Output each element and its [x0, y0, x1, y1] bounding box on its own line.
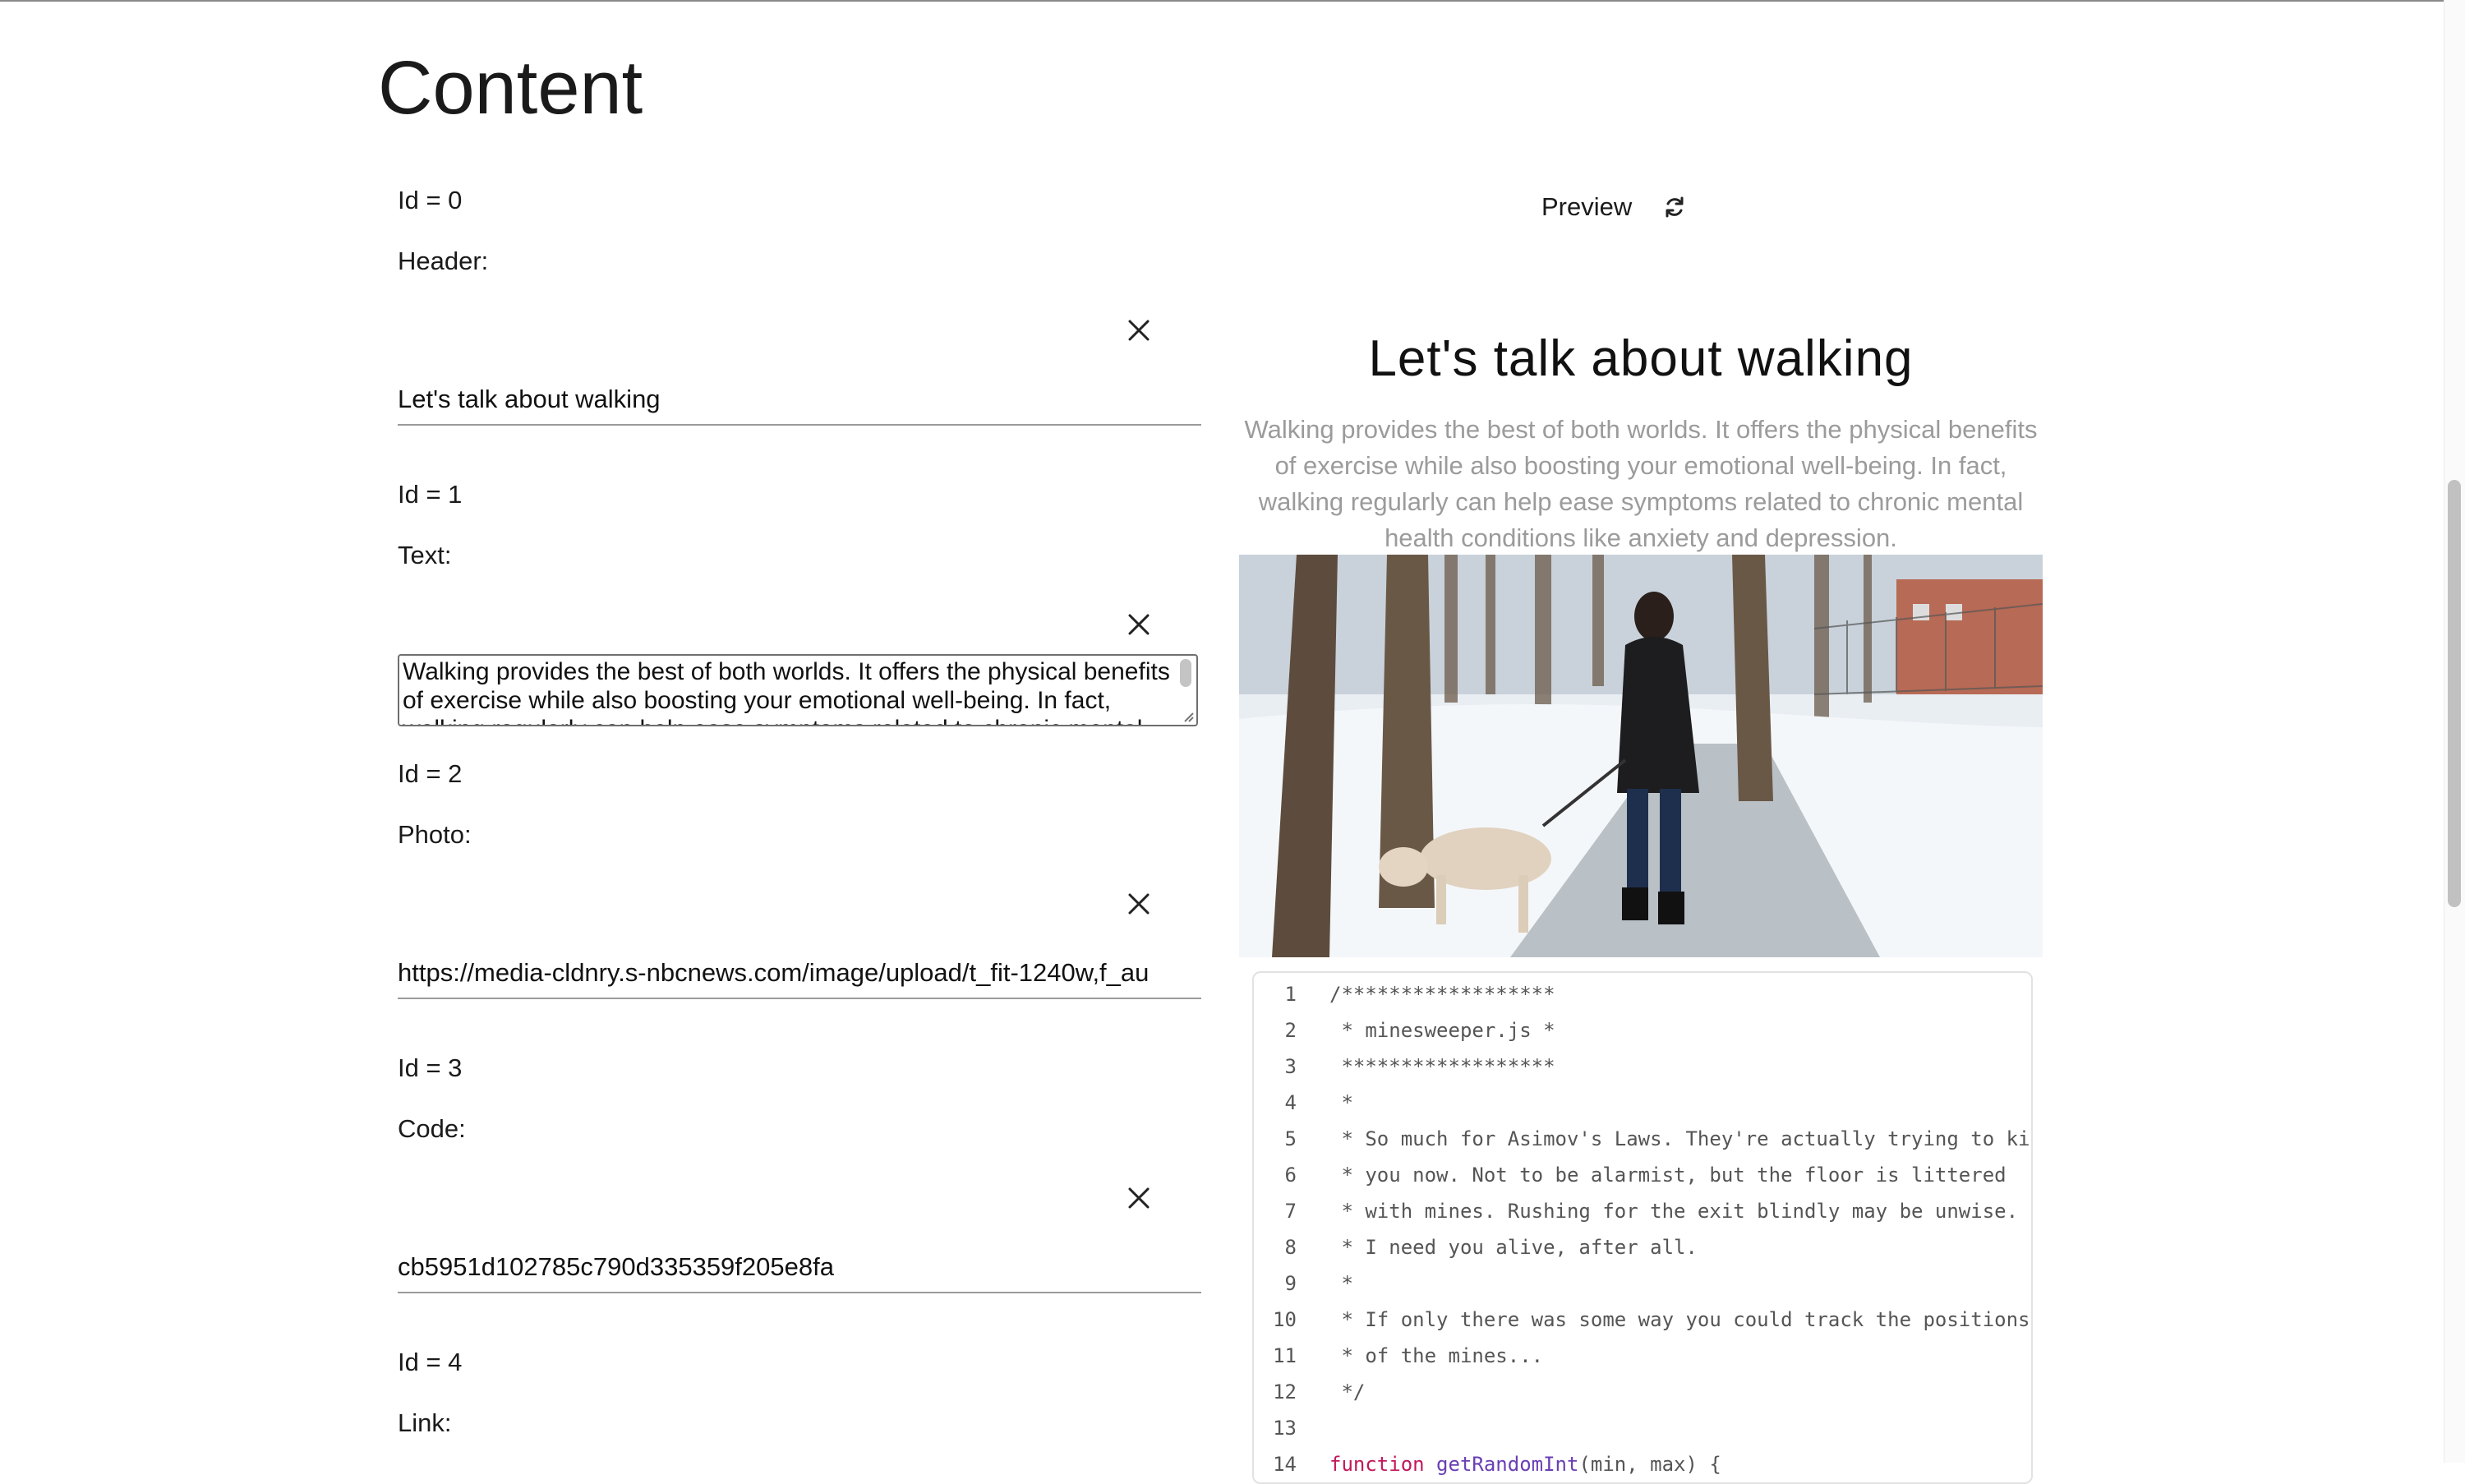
code-line-text: function getRandomInt(min, max) { — [1329, 1453, 1721, 1476]
code-line: 5 * So much for Asimov's Laws. They're a… — [1254, 1127, 2031, 1164]
code-line: 1 /****************** — [1254, 983, 2031, 1019]
resize-grip-icon[interactable] — [1182, 710, 1195, 723]
code-line: 13 — [1254, 1417, 2031, 1453]
code-line-number: 9 — [1284, 1272, 1297, 1295]
code-line-number: 11 — [1273, 1344, 1297, 1367]
block-id-label: Id = 1 — [398, 480, 463, 509]
code-line: 7 * with mines. Rushing for the exit bli… — [1254, 1200, 2031, 1236]
code-line-number: 13 — [1273, 1417, 1297, 1440]
block-id-label: Id = 3 — [398, 1053, 463, 1082]
remove-block-button[interactable] — [1121, 606, 1157, 643]
textarea-scrollbar[interactable] — [1180, 659, 1191, 687]
block-type-label: Header: — [398, 247, 489, 275]
code-line-text: * — [1329, 1091, 1353, 1114]
code-line-text: * you now. Not to be alarmist, but the f… — [1329, 1164, 2007, 1187]
code-line-number: 14 — [1273, 1453, 1297, 1476]
preview-heading: Let's talk about walking — [1368, 330, 1914, 388]
page-title: Content — [378, 46, 643, 130]
block-type-label: Code: — [398, 1114, 466, 1143]
code-line: 9 * — [1254, 1272, 2031, 1308]
code-line: 3 ****************** — [1254, 1055, 2031, 1091]
code-line-number: 2 — [1284, 1019, 1297, 1042]
preview-label: Preview — [1541, 192, 1633, 221]
close-icon — [1128, 614, 1150, 635]
code-line-number: 8 — [1284, 1236, 1297, 1259]
code-line-number: 7 — [1284, 1200, 1297, 1223]
photo-url-input[interactable] — [398, 948, 1201, 999]
page-scrollbar-thumb[interactable] — [2448, 480, 2461, 907]
remove-block-button[interactable] — [1121, 1180, 1157, 1216]
code-line-number: 5 — [1284, 1127, 1297, 1150]
code-line-number: 10 — [1273, 1308, 1297, 1331]
page-scrollbar[interactable] — [2444, 0, 2465, 1463]
preview-photo — [1239, 555, 2043, 957]
code-line-text: * with mines. Rushing for the exit blind… — [1329, 1200, 2019, 1223]
block-id-label: Id = 0 — [398, 186, 463, 214]
code-line-number: 1 — [1284, 983, 1297, 1006]
code-line-number: 3 — [1284, 1055, 1297, 1078]
walking-dog-photo — [1239, 555, 2043, 957]
code-line: 4 * — [1254, 1091, 2031, 1127]
block-id-label: Id = 4 — [398, 1348, 463, 1376]
remove-block-button[interactable] — [1121, 312, 1157, 348]
code-line-text: * I need you alive, after all. — [1329, 1236, 1698, 1259]
header-input[interactable] — [398, 375, 1201, 426]
code-line-text: * minesweeper.js * — [1329, 1019, 1555, 1042]
block-type-label: Link: — [398, 1408, 452, 1437]
text-textarea-content: Walking provides the best of both worlds… — [403, 658, 1170, 725]
preview-paragraph: Walking provides the best of both worlds… — [1244, 415, 2038, 552]
block-type-label: Text: — [398, 541, 452, 569]
text-textarea[interactable]: Walking provides the best of both worlds… — [398, 654, 1198, 726]
code-line: 10 * If only there was some way you coul… — [1254, 1308, 2031, 1344]
preview-header: Preview — [1541, 191, 1689, 224]
code-line-text: * of the mines... — [1329, 1344, 1544, 1367]
close-icon — [1128, 320, 1150, 341]
code-line: 8 * I need you alive, after all. — [1254, 1236, 2031, 1272]
refresh-icon[interactable] — [1660, 192, 1689, 222]
remove-block-button[interactable] — [1121, 886, 1157, 922]
code-line-text: * So much for Asimov's Laws. They're act… — [1329, 1127, 2030, 1150]
close-icon — [1128, 893, 1150, 915]
code-line-number: 4 — [1284, 1091, 1297, 1114]
preview-code-block: 1 /****************** 2 * minesweeper.js *… — [1252, 971, 2033, 1484]
code-line-text: ****************** — [1329, 1055, 1555, 1078]
close-icon — [1128, 1187, 1150, 1209]
code-line-number: 12 — [1273, 1380, 1297, 1403]
block-id-label: Id = 2 — [398, 759, 463, 788]
code-line: 6 * you now. Not to be alarmist, but the… — [1254, 1164, 2031, 1200]
code-line: 2 * minesweeper.js * — [1254, 1019, 2031, 1055]
code-line-text: * — [1329, 1272, 1353, 1295]
code-line: 14 function getRandomInt(min, max) { — [1254, 1453, 2031, 1482]
code-line: 11 * of the mines... — [1254, 1344, 2031, 1380]
code-line: 12 */ — [1254, 1380, 2031, 1417]
code-line-number: 6 — [1284, 1164, 1297, 1187]
top-border — [0, 0, 2465, 2]
block-type-label: Photo: — [398, 820, 472, 849]
code-id-input[interactable] — [398, 1242, 1201, 1293]
code-line-text: */ — [1329, 1380, 1366, 1403]
code-line-text: * If only there was some way you could t… — [1329, 1308, 2030, 1331]
code-line-text: /****************** — [1329, 983, 1555, 1006]
